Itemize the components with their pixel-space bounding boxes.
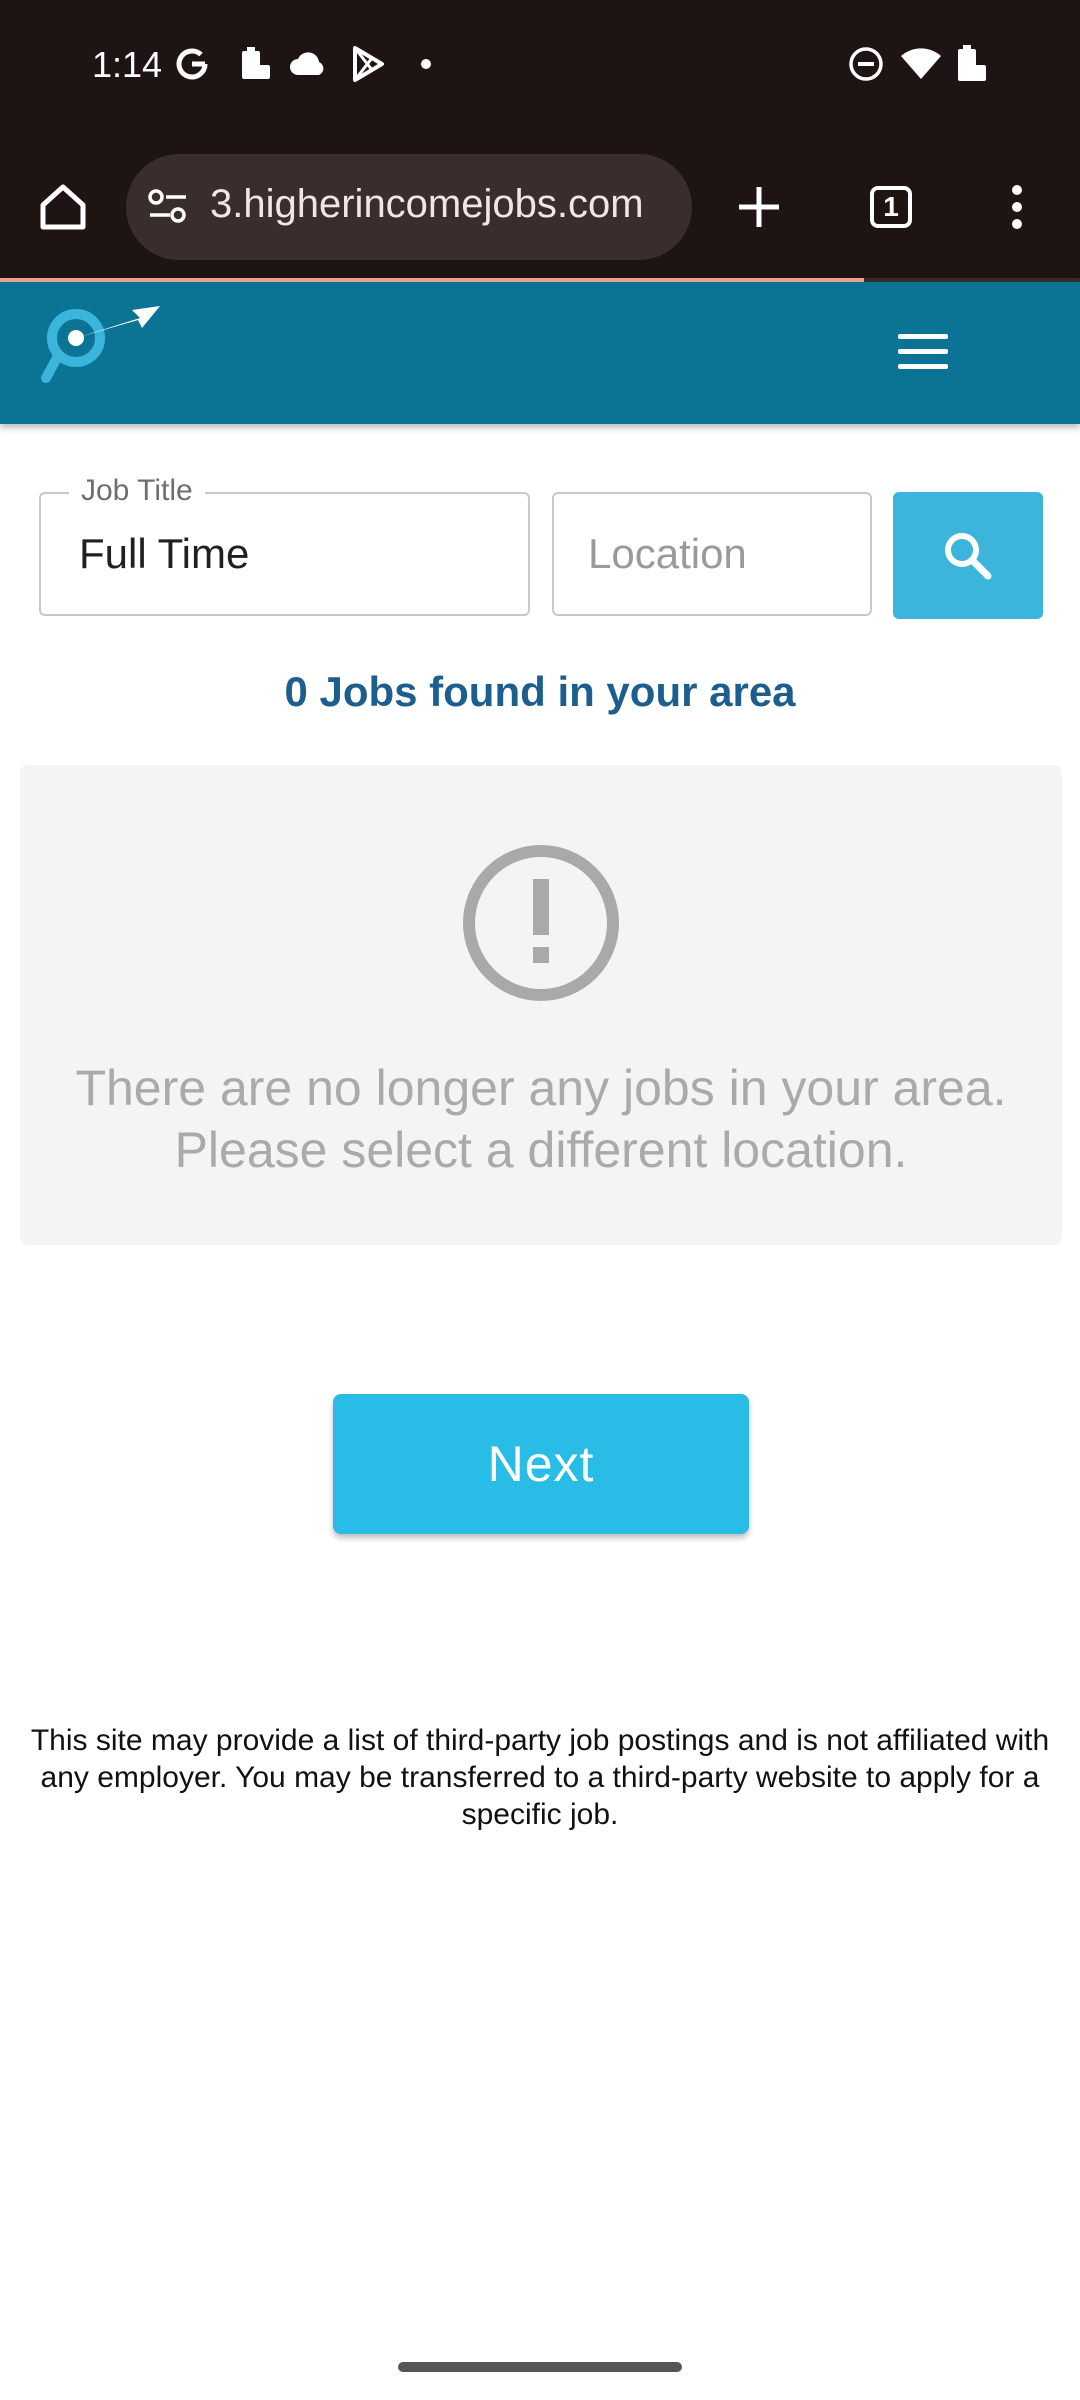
gesture-home-indicator[interactable] xyxy=(398,2362,682,2372)
status-time: 1:14 xyxy=(92,44,163,85)
more-vert-icon xyxy=(1012,185,1022,229)
site-menu-button[interactable] xyxy=(898,334,948,370)
job-title-label: Job Title xyxy=(69,474,205,508)
dot-icon xyxy=(420,40,432,88)
job-title-field[interactable]: Job Title Full Time xyxy=(39,474,530,616)
url-text: 3.higherincomejobs.com xyxy=(210,182,644,226)
exclamation-icon xyxy=(461,843,621,1008)
site-settings-icon[interactable] xyxy=(146,184,190,233)
empty-message: There are no longer any jobs in your are… xyxy=(75,1060,1007,1178)
tab-count: 1 xyxy=(870,186,912,228)
empty-state: There are no longer any jobs in your are… xyxy=(20,765,1062,1245)
disclaimer: This site may provide a list of third-pa… xyxy=(30,1724,1050,1831)
battery-icon xyxy=(954,40,988,88)
results-count: 0 Jobs found in your area xyxy=(284,668,796,715)
home-icon xyxy=(40,184,86,230)
job-title-value: Full Time xyxy=(79,530,250,577)
status-bar: 1:14 xyxy=(0,0,1080,140)
battery-saver-icon xyxy=(238,40,272,88)
address-bar[interactable]: 3.higherincomejobs.com xyxy=(126,154,692,260)
tab-switcher-button[interactable]: 1 xyxy=(858,172,924,242)
google-icon xyxy=(174,40,210,88)
location-input[interactable] xyxy=(588,530,848,578)
home-button[interactable] xyxy=(30,172,96,242)
site-header xyxy=(0,282,1080,424)
search-button[interactable] xyxy=(893,492,1043,619)
next-button[interactable]: Next xyxy=(333,1394,749,1534)
site-logo[interactable] xyxy=(36,300,166,405)
browser-menu-button[interactable] xyxy=(984,172,1050,242)
plus-icon xyxy=(739,187,779,227)
dnd-icon xyxy=(848,40,884,88)
cloud-icon xyxy=(288,40,328,88)
new-tab-button[interactable] xyxy=(726,172,792,242)
play-store-icon xyxy=(350,40,386,88)
browser-toolbar: 3.higherincomejobs.com 1 xyxy=(0,140,1080,278)
wifi-icon xyxy=(900,40,942,88)
search-icon xyxy=(945,532,992,579)
location-field[interactable] xyxy=(552,492,872,616)
